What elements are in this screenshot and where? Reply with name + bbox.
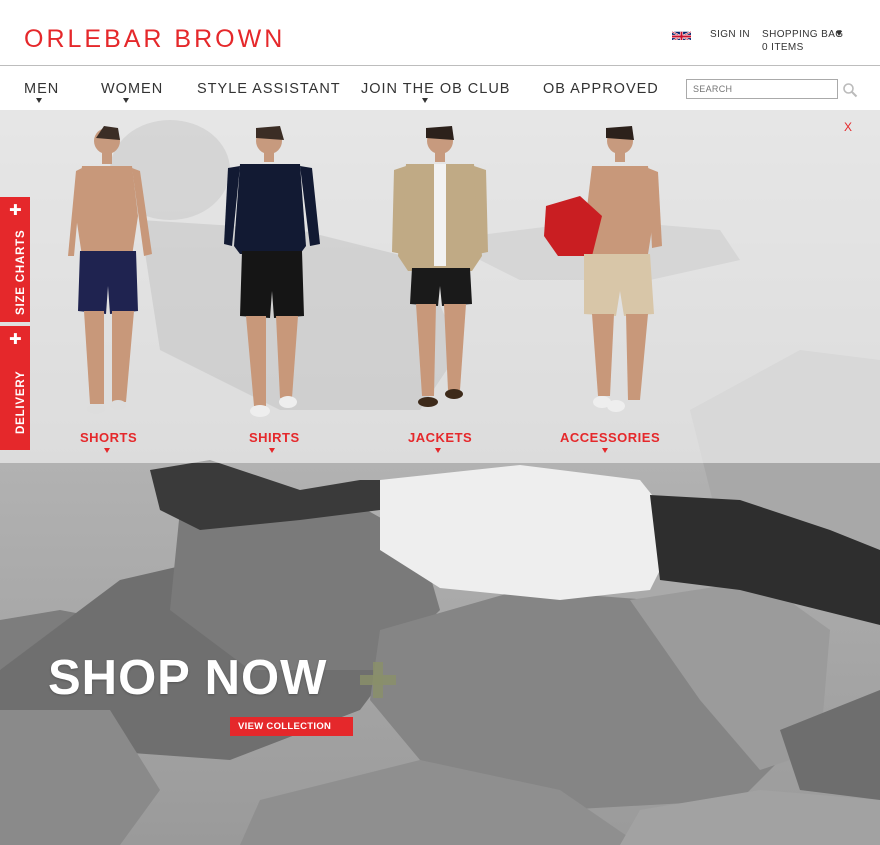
size-charts-label: SIZE CHARTS — [15, 229, 27, 315]
nav-item-women[interactable]: WOMEN — [101, 81, 163, 97]
hero-banner: X SHORTS SHIRTS JACKETS ACCESSORIES ✚ SI… — [0, 110, 880, 845]
size-charts-tab[interactable]: ✚ SIZE CHARTS — [0, 197, 30, 322]
chevron-down-icon[interactable] — [836, 31, 842, 36]
chevron-down-icon — [435, 448, 441, 453]
main-nav: MEN WOMEN STYLE ASSISTANT JOIN THE OB CL… — [0, 67, 880, 110]
category-accessories-link[interactable]: ACCESSORIES — [560, 430, 660, 445]
close-panel-button[interactable]: X — [844, 120, 852, 134]
uk-flag-icon[interactable] — [672, 29, 691, 40]
plus-icon — [360, 662, 396, 698]
nav-item-style-assistant[interactable]: STYLE ASSISTANT — [197, 81, 341, 97]
search-icon[interactable] — [842, 82, 858, 98]
model-shorts-image[interactable] — [60, 126, 160, 422]
shopping-bag-link[interactable]: SHOPPING BAG — [762, 29, 844, 40]
search-input[interactable] — [686, 79, 838, 99]
plus-icon: ✚ — [9, 202, 22, 219]
brand-logo[interactable]: ORLEBAR BROWN — [24, 25, 285, 54]
chevron-down-icon — [422, 98, 428, 103]
bag-item-count: 0 ITEMS — [762, 42, 804, 53]
delivery-tab[interactable]: ✚ DELIVERY — [0, 326, 30, 450]
model-shirts-image[interactable] — [222, 126, 322, 422]
category-shorts-link[interactable]: SHORTS — [80, 430, 137, 445]
chevron-down-icon — [36, 98, 42, 103]
hero-headline: SHOP NOW — [48, 651, 328, 705]
chevron-down-icon — [269, 448, 275, 453]
nav-item-men[interactable]: MEN — [24, 81, 59, 97]
sign-in-link[interactable]: SIGN IN — [710, 29, 750, 40]
nav-item-ob-club[interactable]: JOIN THE OB CLUB — [361, 81, 510, 97]
delivery-label: DELIVERY — [15, 370, 27, 434]
nav-item-ob-approved[interactable]: OB APPROVED — [543, 81, 659, 97]
site-header: ORLEBAR BROWN SIGN IN SHOPPING BAG 0 ITE… — [0, 0, 880, 66]
model-accessories-image[interactable] — [540, 126, 670, 422]
view-collection-button[interactable]: VIEW COLLECTION — [230, 717, 353, 736]
chevron-down-icon — [602, 448, 608, 453]
chevron-down-icon — [104, 448, 110, 453]
chevron-down-icon — [123, 98, 129, 103]
plus-icon: ✚ — [9, 331, 22, 348]
category-shirts-link[interactable]: SHIRTS — [249, 430, 300, 445]
category-jackets-link[interactable]: JACKETS — [408, 430, 472, 445]
model-jackets-image[interactable] — [390, 126, 490, 422]
